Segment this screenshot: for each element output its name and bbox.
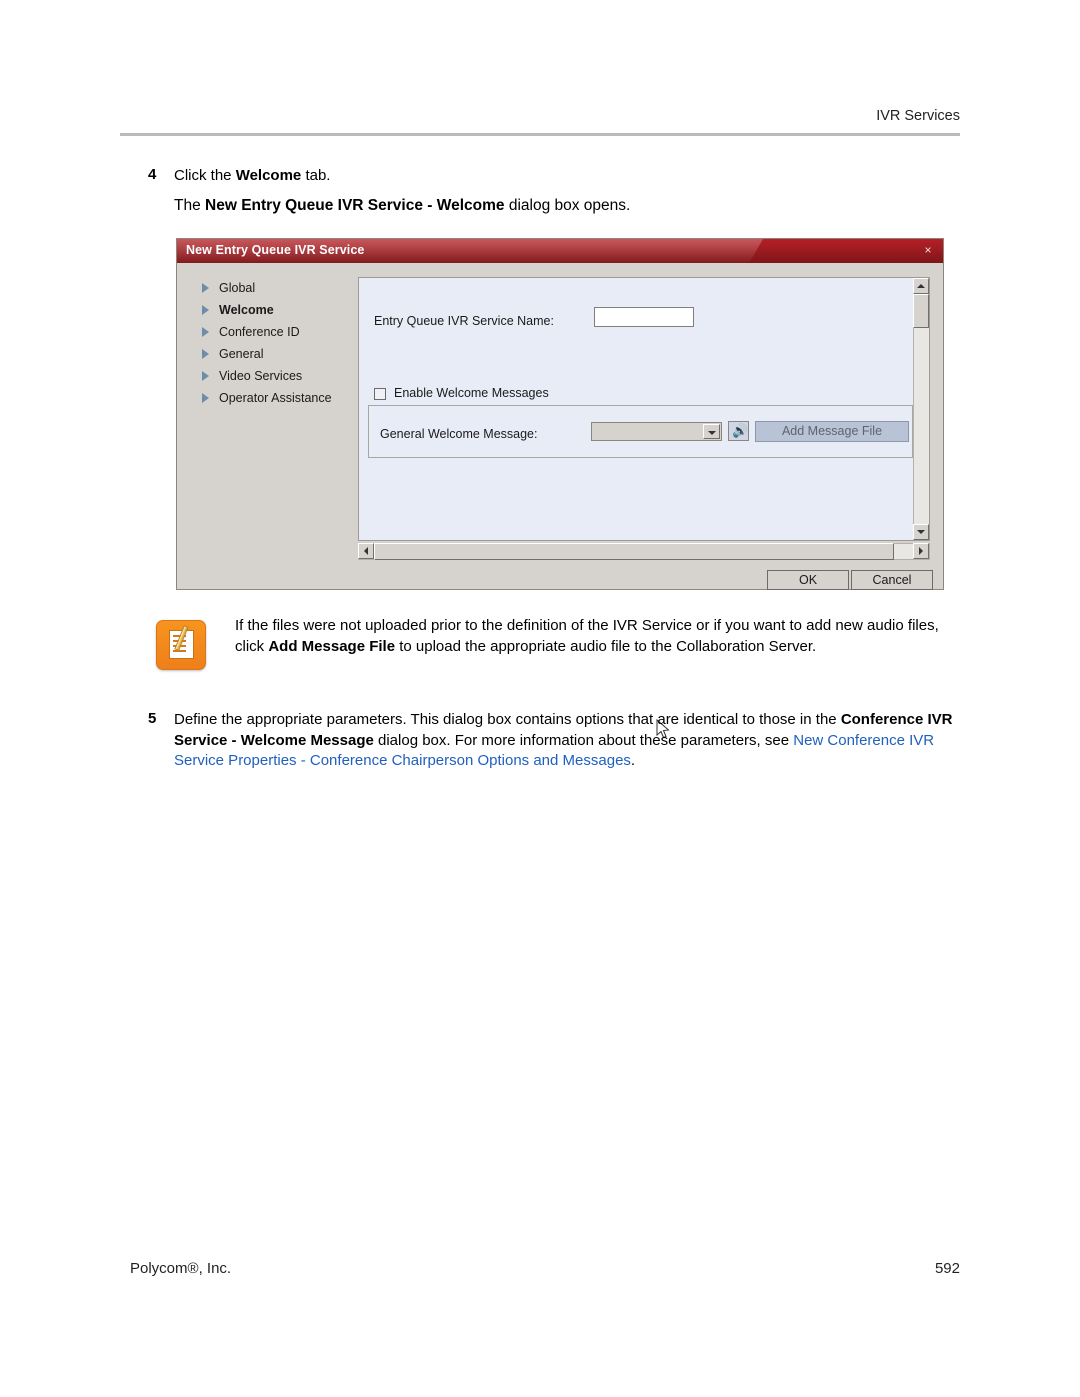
note-line1: If the files were not uploaded prior to … — [235, 617, 904, 634]
nav-item-video-services[interactable]: Video Services — [185, 365, 352, 387]
add-message-file-button[interactable]: Add Message File — [755, 421, 909, 442]
step-4-sub-post: dialog box opens. — [504, 197, 631, 214]
nav-item-label: General — [219, 347, 264, 361]
nav-item-label: Conference ID — [219, 325, 300, 339]
dialog-title-bar: New Entry Queue IVR Service × — [177, 239, 943, 263]
step-5-text: Define the appropriate parameters. This … — [174, 710, 958, 772]
step-4-post: tab. — [301, 167, 331, 184]
nav-item-label: Global — [219, 281, 256, 295]
step-4-subline: The New Entry Queue IVR Service - Welcom… — [174, 197, 630, 215]
note-line2-bold: Add Message File — [268, 638, 396, 655]
chevron-right-icon — [202, 305, 209, 315]
step-4-sub-pre: The — [174, 197, 206, 214]
step-4-sub-bold: New Entry Queue IVR Service - Welcome — [205, 197, 505, 214]
nav-item-conference-id[interactable]: Conference ID — [185, 321, 352, 343]
content-horizontal-scrollbar[interactable] — [358, 543, 930, 560]
footer-page-number: 592 — [934, 1260, 960, 1277]
scroll-down-button[interactable] — [913, 524, 929, 540]
chevron-right-icon — [202, 393, 209, 403]
nav-item-welcome[interactable]: Welcome — [185, 299, 352, 321]
nav-item-label: Welcome — [219, 303, 274, 317]
step-5-number: 5 — [148, 710, 157, 727]
step-5-line1: Define the appropriate parameters. This … — [174, 711, 837, 728]
step-5-line4-post: . — [630, 752, 636, 769]
step-4-number: 4 — [148, 166, 157, 183]
nav-item-label: Video Services — [219, 369, 303, 383]
ivr-service-dialog[interactable]: New Entry Queue IVR Service × Global Wel… — [176, 238, 944, 739]
general-welcome-message-label: General Welcome Message: — [380, 427, 538, 441]
chevron-right-icon — [202, 371, 209, 381]
scroll-right-button[interactable] — [913, 543, 929, 559]
chevron-right-icon — [202, 327, 209, 337]
step-4-text: Click the Welcome tab. — [174, 166, 330, 186]
scroll-up-button[interactable] — [913, 278, 929, 294]
cancel-button[interactable]: Cancel — [851, 570, 933, 590]
nav-item-operator-assistance[interactable]: Operator Assistance — [185, 387, 352, 409]
cross-reference-link-cont[interactable]: Messages — [563, 752, 631, 769]
section-title: IVR Services — [876, 108, 960, 124]
horizontal-scroll-thumb[interactable] — [374, 543, 894, 560]
step-4-pre: Click the — [174, 167, 236, 184]
chevron-right-icon — [202, 283, 209, 293]
step-5: 5 Define the appropriate parameters. Thi… — [148, 710, 958, 772]
dialog-nav-list: Global Welcome Conference ID General Vid… — [185, 277, 352, 541]
footer-company: Polycom®, Inc. — [130, 1260, 232, 1277]
service-name-label: Entry Queue IVR Service Name: — [374, 314, 554, 328]
enable-welcome-messages-label: Enable Welcome Messages — [394, 386, 549, 400]
content-vertical-scrollbar[interactable] — [913, 278, 929, 540]
page-header: IVR Services — [120, 108, 960, 124]
chevron-down-icon[interactable] — [703, 424, 720, 439]
step-5-line2-post: dialog box. For more information about t… — [373, 731, 677, 749]
service-name-input[interactable] — [594, 307, 694, 327]
nav-item-general[interactable]: General — [185, 343, 352, 365]
nav-item-label: Operator Assistance — [219, 391, 332, 405]
dialog-content-pane: Entry Queue IVR Service Name: Enable Wel… — [358, 277, 930, 541]
note-line2-post: to upload the appropriate audio file to … — [395, 638, 817, 655]
header-divider — [120, 133, 960, 136]
close-icon[interactable]: × — [919, 242, 937, 259]
general-welcome-message-select[interactable] — [591, 422, 722, 441]
dialog-body: Global Welcome Conference ID General Vid… — [177, 263, 943, 590]
scroll-left-button[interactable] — [358, 543, 374, 559]
play-message-button[interactable]: 🔊 — [728, 421, 749, 441]
step-4-bold: Welcome — [235, 167, 302, 184]
vertical-scroll-thumb[interactable] — [913, 294, 929, 328]
chevron-right-icon — [202, 349, 209, 359]
nav-item-global[interactable]: Global — [185, 277, 352, 299]
note-text: If the files were not uploaded prior to … — [235, 615, 950, 657]
note-icon — [156, 620, 206, 670]
ok-button[interactable]: OK — [767, 570, 849, 590]
step-4: 4 Click the Welcome tab. — [148, 166, 948, 186]
speaker-icon: 🔊 — [732, 423, 749, 438]
enable-welcome-messages-checkbox[interactable] — [374, 388, 386, 400]
dialog-title: New Entry Queue IVR Service — [186, 243, 365, 257]
step-5-line3-pre: parameters, see — [680, 731, 794, 749]
